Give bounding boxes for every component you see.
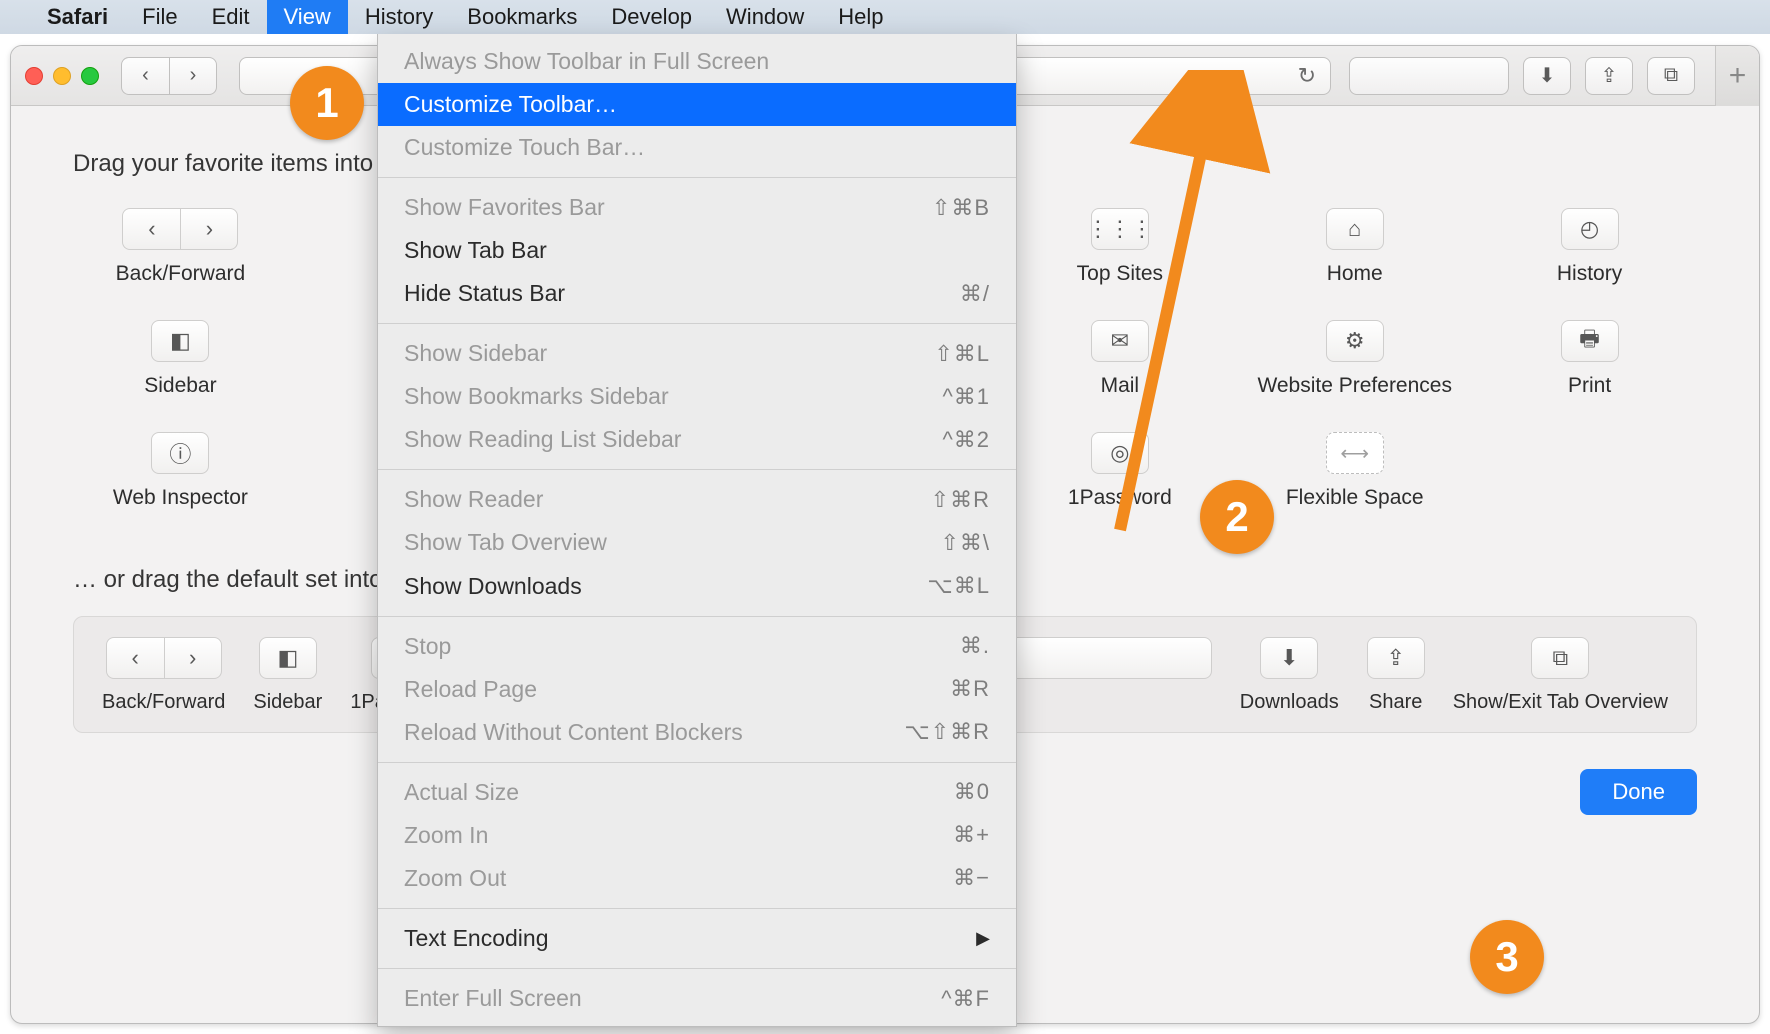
inspect-icon: ⓘ — [151, 432, 209, 474]
menu-item-reload-page: Reload Page⌘R — [378, 668, 1016, 711]
menu-item-show-downloads[interactable]: Show Downloads⌥⌘L — [378, 565, 1016, 608]
print-icon: 🖶 — [1561, 320, 1619, 362]
history-icon: ◴ — [1561, 208, 1619, 250]
tab-overview-button[interactable]: ⧉ — [1647, 57, 1695, 95]
menu-item-stop: Stop⌘. — [378, 625, 1016, 668]
menubar-item-view[interactable]: View — [267, 0, 348, 34]
default-item-downloads[interactable]: ⬇Downloads — [1240, 637, 1339, 714]
home-icon: ⌂ — [1326, 208, 1384, 250]
menu-item-always-show-toolbar-in-full-screen: Always Show Toolbar in Full Screen — [378, 40, 1016, 83]
close-window-button[interactable] — [25, 67, 43, 85]
palette-item-print[interactable]: 🖶Print — [1482, 320, 1697, 398]
minimize-window-button[interactable] — [53, 67, 71, 85]
annotation-badge-1: 1 — [290, 66, 364, 140]
palette-item-sidebar[interactable]: ◧Sidebar — [73, 320, 288, 398]
menu-item-enter-full-screen: Enter Full Screen^⌘F — [378, 977, 1016, 1020]
menu-item-zoom-in: Zoom In⌘+ — [378, 814, 1016, 857]
palette-item-home[interactable]: ⌂Home — [1247, 208, 1462, 286]
menu-item-show-reading-list-sidebar: Show Reading List Sidebar^⌘2 — [378, 418, 1016, 461]
palette-item-history[interactable]: ◴History — [1482, 208, 1697, 286]
menubar-item-develop[interactable]: Develop — [594, 0, 709, 34]
downloads-button[interactable]: ⬇ — [1523, 57, 1571, 95]
menu-item-actual-size: Actual Size⌘0 — [378, 771, 1016, 814]
menubar-app[interactable]: Safari — [30, 0, 125, 34]
default-item-share[interactable]: ⇪Share — [1367, 637, 1425, 714]
share-icon: ⇪ — [1367, 637, 1425, 679]
sidebar-icon: ◧ — [259, 637, 317, 679]
menubar-item-history[interactable]: History — [348, 0, 450, 34]
mail-icon: ✉ — [1091, 320, 1149, 362]
palette-item-mail[interactable]: ✉Mail — [1012, 320, 1227, 398]
annotation-badge-2: 2 — [1200, 480, 1274, 554]
done-button[interactable]: Done — [1580, 769, 1697, 815]
grid-icon: ⋮⋮⋮ — [1091, 208, 1149, 250]
menu-item-customize-toolbar-[interactable]: Customize Toolbar… — [378, 83, 1016, 126]
menu-item-show-tab-overview: Show Tab Overview⇧⌘\ — [378, 521, 1016, 564]
menu-item-show-tab-bar[interactable]: Show Tab Bar — [378, 229, 1016, 272]
submenu-arrow-icon: ▶ — [976, 926, 990, 950]
back-button[interactable]: ‹ — [121, 57, 169, 95]
palette-item-web-inspector[interactable]: ⓘWeb Inspector — [73, 432, 288, 510]
reload-icon[interactable]: ↻ — [1298, 63, 1316, 89]
new-tab-button[interactable]: + — [1715, 46, 1759, 106]
menubar-item-help[interactable]: Help — [821, 0, 900, 34]
tabs-icon: ⧉ — [1531, 637, 1589, 679]
default-item-sidebar[interactable]: ◧Sidebar — [253, 637, 322, 714]
forward-button[interactable]: › — [169, 57, 217, 95]
zoom-window-button[interactable] — [81, 67, 99, 85]
palette-item-back-forward[interactable]: ‹›Back/Forward — [73, 208, 288, 286]
view-menu-dropdown[interactable]: Always Show Toolbar in Full ScreenCustom… — [377, 34, 1017, 1027]
palette-item-website-preferences[interactable]: ⚙Website Preferences — [1247, 320, 1462, 398]
onepw-icon: ◎ — [1091, 432, 1149, 474]
menu-item-reload-without-content-blockers: Reload Without Content Blockers⌥⇧⌘R — [378, 711, 1016, 754]
toolbar-flexible-space — [1349, 57, 1509, 95]
menubar-item-window[interactable]: Window — [709, 0, 821, 34]
menu-item-text-encoding[interactable]: Text Encoding▶ — [378, 917, 1016, 960]
palette-item-flexible-space[interactable]: Flexible Space — [1247, 432, 1462, 510]
annotation-badge-3: 3 — [1470, 920, 1544, 994]
menu-item-show-sidebar: Show Sidebar⇧⌘L — [378, 332, 1016, 375]
menu-item-zoom-out: Zoom Out⌘− — [378, 857, 1016, 900]
share-button[interactable]: ⇪ — [1585, 57, 1633, 95]
menubar-item-file[interactable]: File — [125, 0, 194, 34]
menu-item-show-reader: Show Reader⇧⌘R — [378, 478, 1016, 521]
menu-item-show-favorites-bar: Show Favorites Bar⇧⌘B — [378, 186, 1016, 229]
menu-item-show-bookmarks-sidebar: Show Bookmarks Sidebar^⌘1 — [378, 375, 1016, 418]
default-item-show-exit-tab-overview[interactable]: ⧉Show/Exit Tab Overview — [1453, 637, 1668, 714]
default-item-back-forward[interactable]: ‹›Back/Forward — [102, 637, 225, 714]
sidebar-icon: ◧ — [151, 320, 209, 362]
palette-item-top-sites[interactable]: ⋮⋮⋮Top Sites — [1012, 208, 1227, 286]
palette-item-1password[interactable]: ◎1Password — [1012, 432, 1227, 510]
macos-menubar: Safari FileEditViewHistoryBookmarksDevel… — [0, 0, 1770, 34]
menubar-item-bookmarks[interactable]: Bookmarks — [450, 0, 594, 34]
traffic-lights[interactable] — [25, 67, 99, 85]
menu-item-customize-touch-bar-: Customize Touch Bar… — [378, 126, 1016, 169]
gear-icon: ⚙ — [1326, 320, 1384, 362]
menubar-item-edit[interactable]: Edit — [195, 0, 267, 34]
menu-item-hide-status-bar[interactable]: Hide Status Bar⌘/ — [378, 272, 1016, 315]
download-icon: ⬇ — [1260, 637, 1318, 679]
